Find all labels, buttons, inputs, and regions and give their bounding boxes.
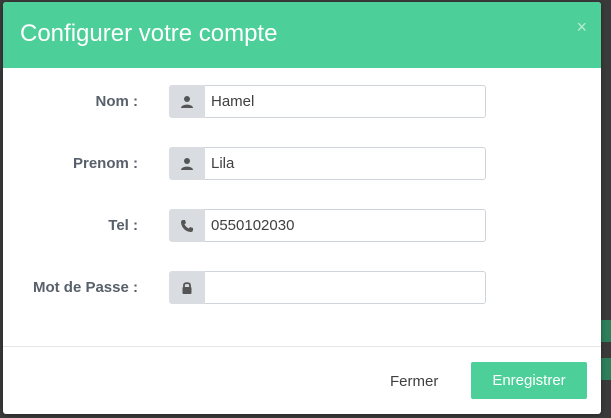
user-icon: [169, 147, 205, 180]
form-row-prenom: Prenom :: [3, 147, 601, 180]
lock-icon: [169, 271, 205, 304]
password-label: Mot de Passe :: [32, 279, 138, 296]
close-modal-button[interactable]: Fermer: [390, 373, 438, 390]
form-row-password: Mot de Passe :: [3, 271, 601, 304]
password-input[interactable]: [205, 271, 486, 304]
prenom-label: Prenom :: [72, 155, 138, 172]
nom-label: Nom :: [95, 93, 139, 110]
form-row-tel: Tel :: [3, 209, 601, 242]
user-icon: [169, 85, 205, 118]
modal-body: Nom : Prenom : Tel : Mot de Passe :: [3, 68, 601, 346]
form-row-nom: Nom :: [3, 85, 601, 118]
account-settings-modal: Configurer votre compte × Nom : Prenom :…: [3, 2, 601, 414]
phone-icon: [169, 209, 205, 242]
nom-input[interactable]: [205, 85, 486, 118]
modal-title: Configurer votre compte: [20, 20, 278, 47]
save-button[interactable]: Enregistrer: [471, 362, 587, 399]
modal-header: Configurer votre compte ×: [3, 2, 601, 68]
close-button[interactable]: ×: [576, 18, 587, 36]
tel-label: Tel :: [108, 217, 138, 234]
prenom-input[interactable]: [205, 147, 486, 180]
tel-input[interactable]: [205, 209, 486, 242]
modal-footer: Fermer Enregistrer: [3, 346, 601, 414]
